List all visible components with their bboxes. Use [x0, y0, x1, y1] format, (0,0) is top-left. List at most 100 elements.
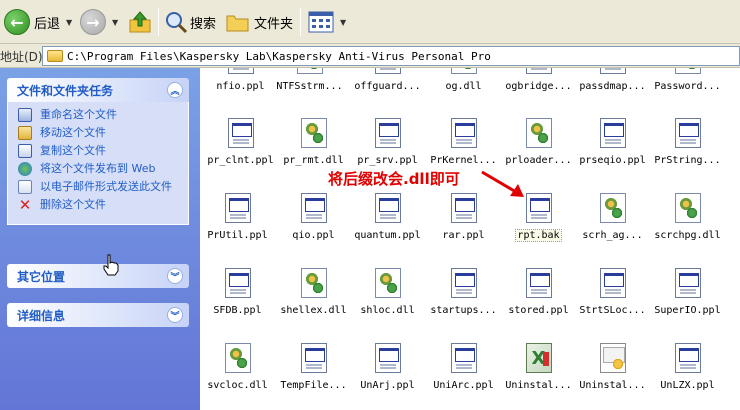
file-item[interactable]: rar.ppl — [426, 193, 501, 241]
ppl-file-icon — [525, 268, 552, 298]
file-item[interactable]: scrh_ag... — [575, 193, 650, 241]
task-label: 复制这个文件 — [40, 144, 106, 157]
file-name: shellex.dll — [280, 305, 347, 316]
ppl-file-icon — [674, 268, 701, 298]
file-item[interactable]: Uninstal... — [575, 343, 650, 391]
ppl-file-icon — [450, 268, 477, 298]
expand-icon[interactable]: ︾ — [167, 307, 183, 323]
file-tasks-header[interactable]: 文件和文件夹任务 ︽ — [7, 78, 189, 102]
file-item[interactable]: og.dll — [426, 68, 501, 92]
file-item[interactable]: prloader... — [501, 118, 576, 166]
file-item[interactable]: PrString... — [650, 118, 725, 166]
address-path: C:\Program Files\Kaspersky Lab\Kaspersky… — [67, 49, 491, 63]
file-item[interactable]: StrtSLoc... — [575, 268, 650, 316]
task-copy[interactable]: 复制这个文件 — [18, 144, 182, 158]
expand-icon[interactable]: ︾ — [167, 268, 183, 284]
task-email[interactable]: 以电子邮件形式发送此文件 — [18, 180, 182, 194]
up-folder-button[interactable] — [128, 7, 152, 37]
search-button[interactable]: 搜索 — [164, 7, 216, 37]
file-item[interactable]: nfio.ppl — [203, 68, 278, 92]
task-label: 将这个文件发布到 Web — [40, 162, 156, 175]
details-header[interactable]: 详细信息 ︾ — [7, 303, 189, 327]
file-item[interactable]: shloc.dll — [350, 268, 425, 316]
file-name: svcloc.dll — [207, 380, 268, 391]
file-name: UnLZX.ppl — [660, 380, 715, 391]
file-item[interactable]: UniArc.ppl — [426, 343, 501, 391]
file-name: passdmap... — [579, 81, 646, 92]
chevron-down-icon: ▼ — [112, 17, 119, 27]
file-item[interactable]: passdmap... — [575, 68, 650, 92]
folders-label: 文件夹 — [254, 16, 294, 32]
globe-icon — [18, 162, 32, 176]
task-move[interactable]: 移动这个文件 — [18, 126, 182, 140]
task-delete[interactable]: ✕ 删除这个文件 — [18, 196, 182, 214]
annotation-text: 将后缀改会.dll即可 — [328, 170, 460, 188]
dll-file-icon — [450, 68, 477, 74]
file-item[interactable]: NTFSstrm... — [272, 68, 347, 92]
file-item[interactable]: UnArj.ppl — [350, 343, 425, 391]
file-item[interactable]: PrUtil.ppl — [200, 193, 275, 241]
panel-title: 详细信息 — [17, 308, 66, 323]
address-input[interactable]: C:\Program Files\Kaspersky Lab\Kaspersky… — [42, 46, 740, 66]
task-label: 移动这个文件 — [40, 126, 106, 139]
file-name: stored.ppl — [508, 305, 569, 316]
file-item[interactable]: Password... — [650, 68, 725, 92]
address-bar: 地址(D) C:\Program Files\Kaspersky Lab\Kas… — [0, 44, 740, 68]
ppl-file-icon — [374, 343, 401, 373]
file-item[interactable]: offguard... — [350, 68, 425, 92]
file-name: scrh_ag... — [582, 230, 643, 241]
file-name: pr_clnt.ppl — [207, 155, 274, 166]
file-item[interactable]: PrKernel... — [426, 118, 501, 166]
file-item[interactable]: Uninstal... — [501, 343, 576, 391]
file-name: rpt.bak — [515, 229, 562, 242]
file-name: PrUtil.ppl — [207, 230, 268, 241]
file-item[interactable]: stored.ppl — [501, 268, 576, 316]
file-item[interactable]: scrchpg.dll — [650, 193, 725, 241]
task-rename[interactable]: 重命名这个文件 — [18, 108, 182, 122]
file-item[interactable]: pr_clnt.ppl — [203, 118, 278, 166]
file-item[interactable]: UnLZX.ppl — [650, 343, 725, 391]
file-name: ogbridge... — [505, 81, 572, 92]
file-item[interactable]: quantum.ppl — [350, 193, 425, 241]
back-button[interactable]: ← 后退 ▼ — [4, 7, 72, 37]
file-name: startups... — [430, 305, 497, 316]
file-item-selected[interactable]: rpt.bak — [501, 193, 576, 242]
views-button[interactable]: ▼ — [308, 7, 346, 37]
file-item[interactable]: qio.ppl — [276, 193, 351, 241]
panel-title: 其它位置 — [17, 269, 66, 284]
ppl-file-icon — [525, 68, 552, 74]
file-item[interactable]: pr_srv.ppl — [350, 118, 425, 166]
file-item[interactable]: startups... — [426, 268, 501, 316]
file-name: Uninstal... — [505, 380, 572, 391]
file-tasks-body: 重命名这个文件 移动这个文件 复制这个文件 将这个文件发布到 Web 以电子邮件… — [7, 102, 189, 225]
move-icon — [18, 126, 32, 140]
file-item[interactable]: shellex.dll — [276, 268, 351, 316]
task-publish-web[interactable]: 将这个文件发布到 Web — [18, 162, 182, 176]
file-item[interactable]: pr_rmt.dll — [276, 118, 351, 166]
ppl-file-icon — [599, 118, 626, 148]
ppl-file-icon — [227, 118, 254, 148]
delete-icon: ✕ — [18, 196, 32, 214]
file-item[interactable]: ogbridge... — [501, 68, 576, 92]
other-places-header[interactable]: 其它位置 ︾ — [7, 264, 189, 288]
file-name: PrString... — [654, 155, 721, 166]
ppl-file-icon — [450, 118, 477, 148]
file-name: rar.ppl — [442, 230, 485, 241]
file-item[interactable]: svcloc.dll — [200, 343, 275, 391]
ppl-file-icon — [227, 68, 254, 74]
back-arrow-icon: ← — [4, 9, 30, 35]
task-label: 删除这个文件 — [40, 198, 106, 211]
dll-file-icon — [296, 68, 323, 74]
bak-file-icon — [525, 193, 552, 223]
collapse-icon[interactable]: ︽ — [167, 82, 183, 98]
file-item[interactable]: TempFile... — [276, 343, 351, 391]
task-label: 以电子邮件形式发送此文件 — [40, 180, 172, 193]
folders-button[interactable]: 文件夹 — [226, 7, 293, 37]
ppl-file-icon — [599, 68, 626, 74]
dll-file-icon — [599, 193, 626, 223]
file-item[interactable]: SuperIO.ppl — [650, 268, 725, 316]
file-name: UniArc.ppl — [433, 380, 494, 391]
file-item[interactable]: SFDB.ppl — [200, 268, 275, 316]
file-item[interactable]: prseqio.ppl — [575, 118, 650, 166]
forward-button[interactable]: → ▼ — [80, 7, 118, 37]
